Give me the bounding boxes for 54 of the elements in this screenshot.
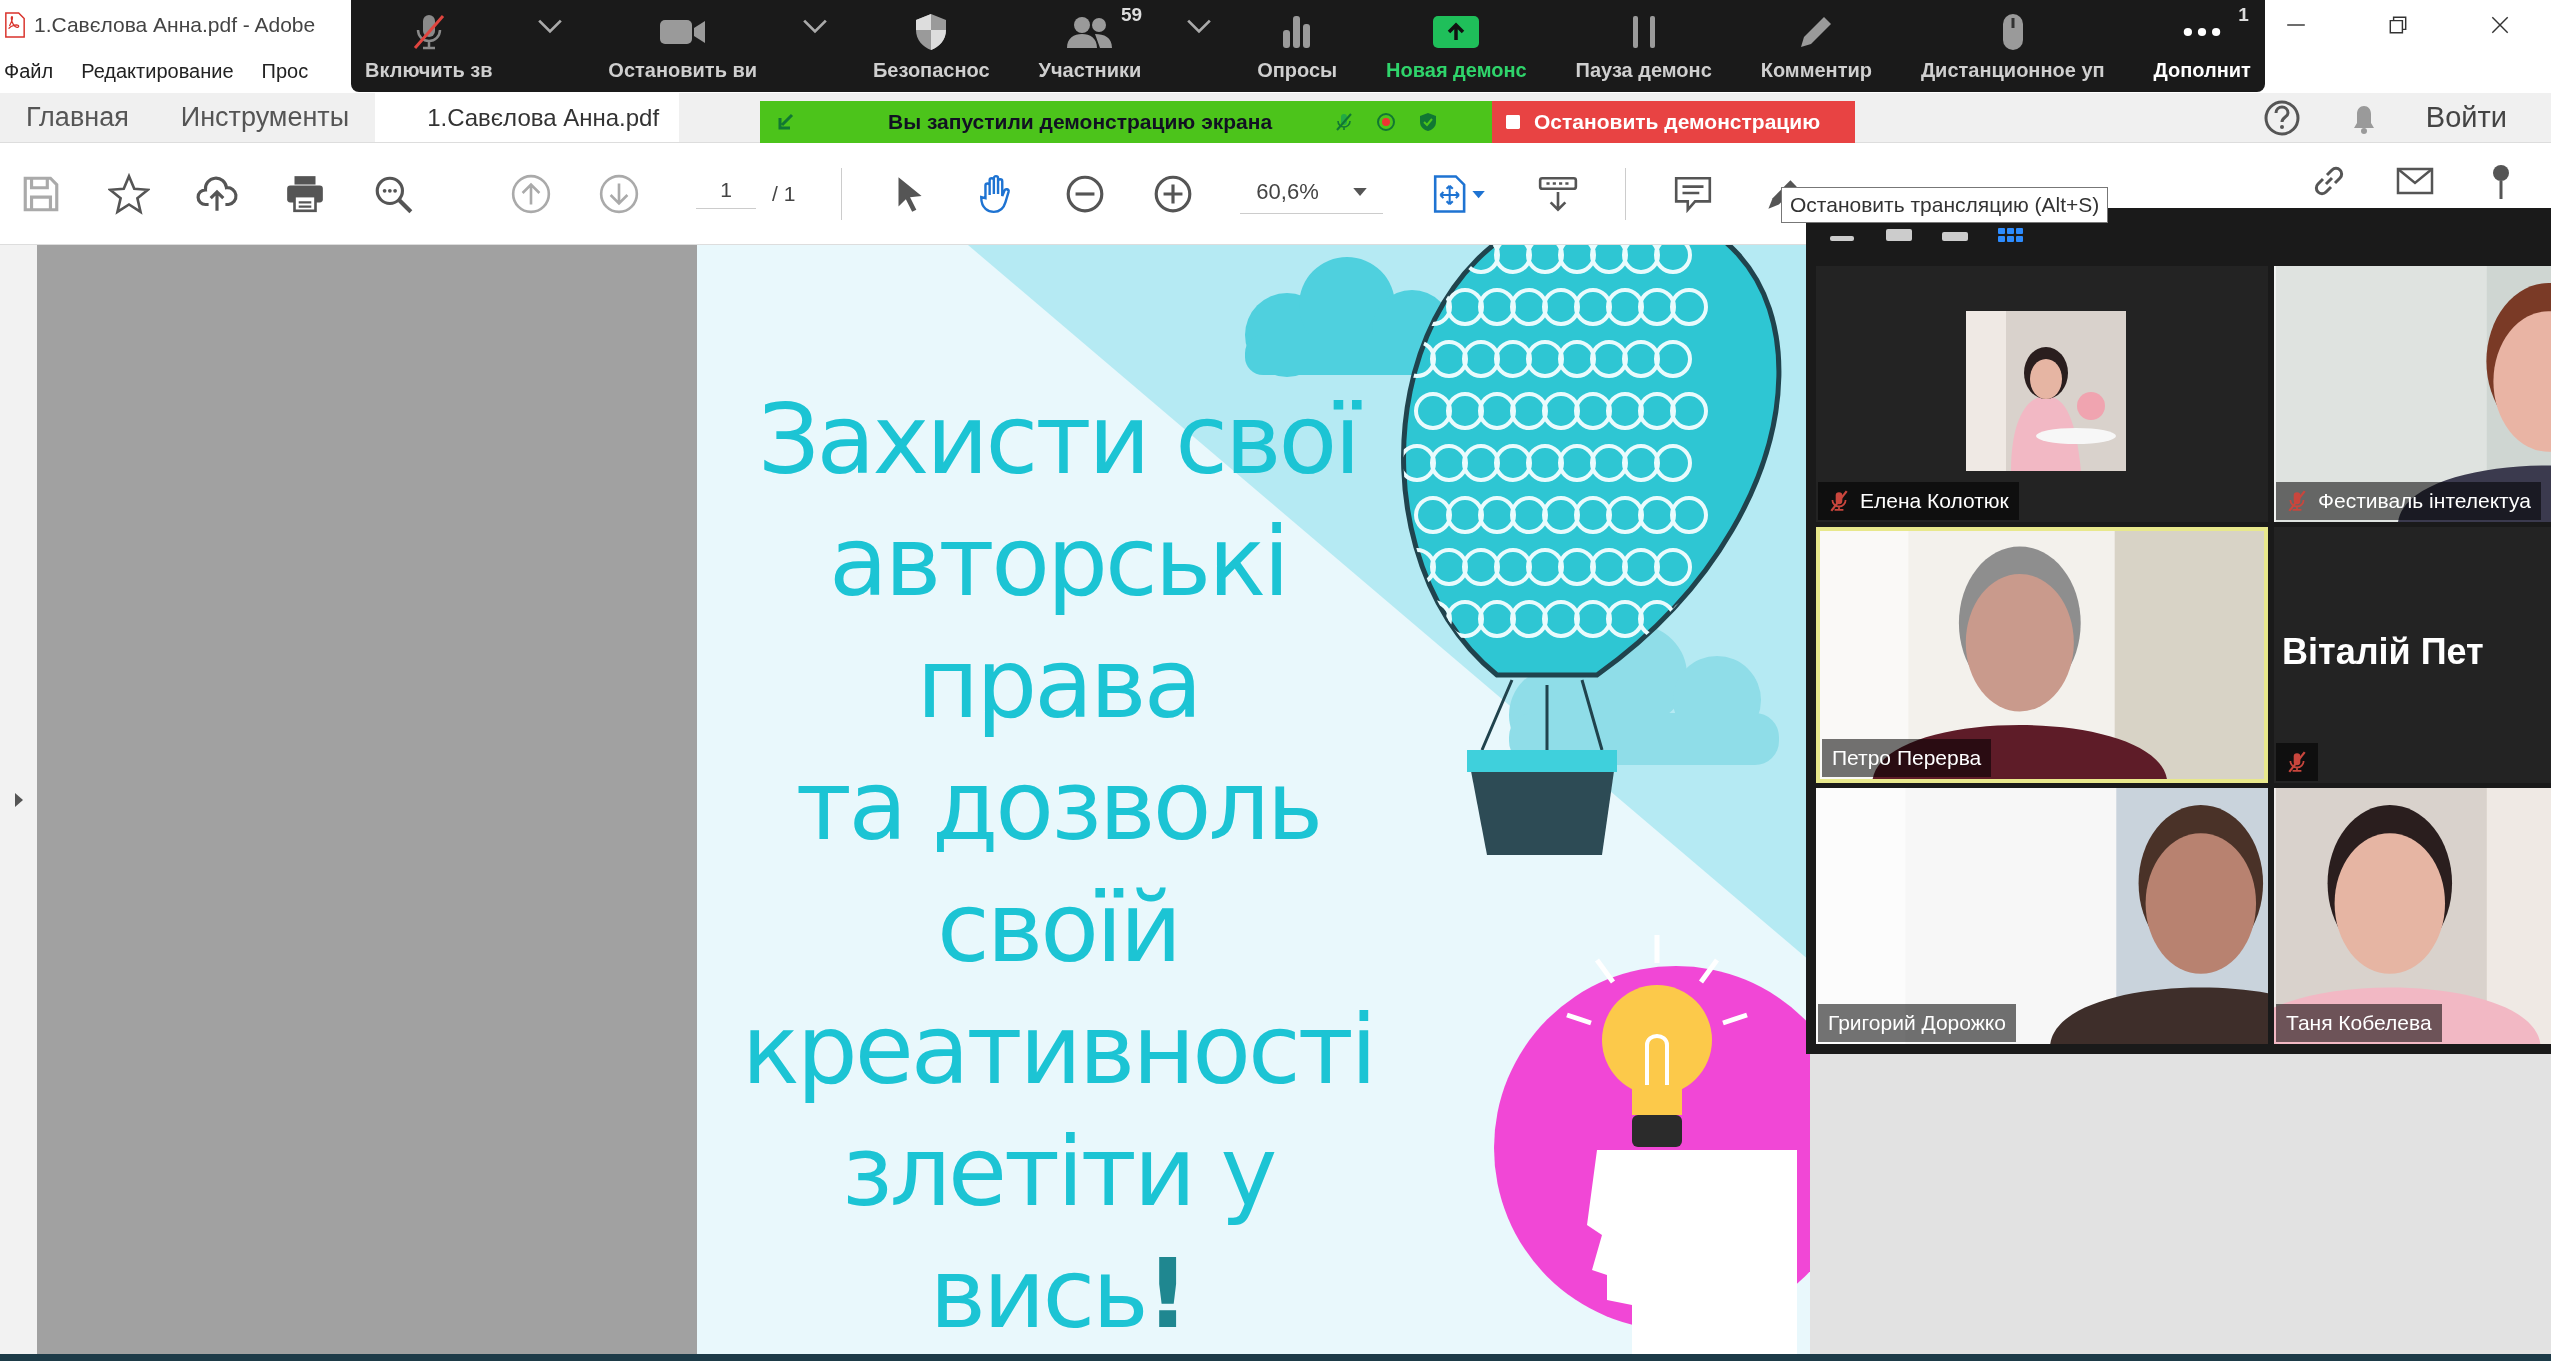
meeting-control-button[interactable]: Включить зв	[361, 4, 497, 88]
video-tile[interactable]: Петро Перерва	[1816, 527, 2268, 783]
pdf-file-icon	[4, 11, 26, 38]
sign-in-link[interactable]: Войти	[2425, 101, 2507, 134]
meeting-control-button[interactable]: Комментир	[1756, 4, 1876, 88]
single-view-icon[interactable]	[1884, 228, 1914, 242]
meeting-control-button[interactable]: Новая демонс	[1382, 4, 1531, 88]
page-number-field[interactable]: 1	[696, 178, 756, 209]
caret-icon[interactable]	[537, 18, 564, 34]
count-label: 59	[1120, 4, 1143, 26]
zoom-dropdown[interactable]: 60,6%	[1240, 173, 1383, 214]
tab[interactable]: Главная	[0, 93, 155, 142]
video-tile[interactable]: Віталій Пет	[2274, 527, 2551, 783]
muted-mic-icon	[1334, 112, 1355, 132]
menu-item[interactable]: Файл	[4, 59, 54, 83]
meeting-control-button[interactable]: Опросы	[1253, 4, 1342, 88]
record-icon	[1376, 112, 1397, 132]
participant-name: Петро Перерва	[1832, 746, 1982, 770]
tooltip: Остановить трансляцию (Alt+S)	[1781, 187, 2109, 223]
page-total: / 1	[772, 181, 796, 206]
participant-name: Елена Колотюк	[1860, 489, 2009, 513]
slide-title: Захисти свої авторські права та дозволь своїй креативності злетіти у вись!	[740, 383, 1376, 1352]
meeting-control-button[interactable]: Дистанционное уп	[1916, 4, 2109, 88]
meeting-control-button[interactable]: Пауза демонс	[1571, 4, 1716, 88]
star-icon[interactable]	[108, 172, 150, 215]
grid-view-icon[interactable]	[1996, 228, 2026, 242]
count-label: 1	[2238, 4, 2249, 26]
shield-icon	[1418, 112, 1439, 132]
video-tile[interactable]: Елена Колотюк	[1816, 266, 2268, 522]
meeting-control-button[interactable]: Остановить ви	[604, 4, 762, 88]
video-tile[interactable]: Таня Кобелева	[2274, 788, 2551, 1044]
participant-name: Григорий Дорожко	[1828, 1011, 2006, 1035]
tab[interactable]: 1.Савєлова Анна.pdf	[375, 93, 680, 142]
stop-icon	[1506, 115, 1520, 129]
video-tile[interactable]: Григорий Дорожко	[1816, 788, 2268, 1044]
window-title: 1.Савєлова Анна.pdf - Adobe	[34, 12, 316, 37]
sharing-message: Вы запустили демонстрацию экрана	[888, 110, 1273, 134]
expand-arrow-icon[interactable]	[13, 791, 24, 808]
caret-icon	[1352, 187, 1367, 197]
caret-icon[interactable]	[802, 18, 828, 34]
menu-item[interactable]: Редактирование	[81, 59, 234, 83]
meeting-control-button[interactable]: 1 Дополнит	[2149, 4, 2255, 88]
participant-name: Таня Кобелева	[2286, 1011, 2432, 1035]
stop-sharing-button[interactable]: Остановить демонстрацию	[1492, 101, 1855, 143]
video-tile[interactable]: Фестиваль інтелектуа	[2274, 266, 2551, 522]
meeting-control-button[interactable]: Безопаснос	[868, 4, 994, 88]
more-icon	[2182, 27, 2223, 37]
participant-name: Віталій Пет	[2282, 631, 2484, 673]
tab[interactable]: Инструменты	[154, 93, 376, 142]
participant-name: Фестиваль інтелектуа	[2318, 489, 2531, 513]
menu-item[interactable]: Прос	[261, 59, 309, 83]
arrow-icon	[776, 112, 796, 132]
meeting-control-button[interactable]: 59 Участники	[1034, 4, 1146, 88]
caret-icon[interactable]	[1186, 18, 1213, 34]
